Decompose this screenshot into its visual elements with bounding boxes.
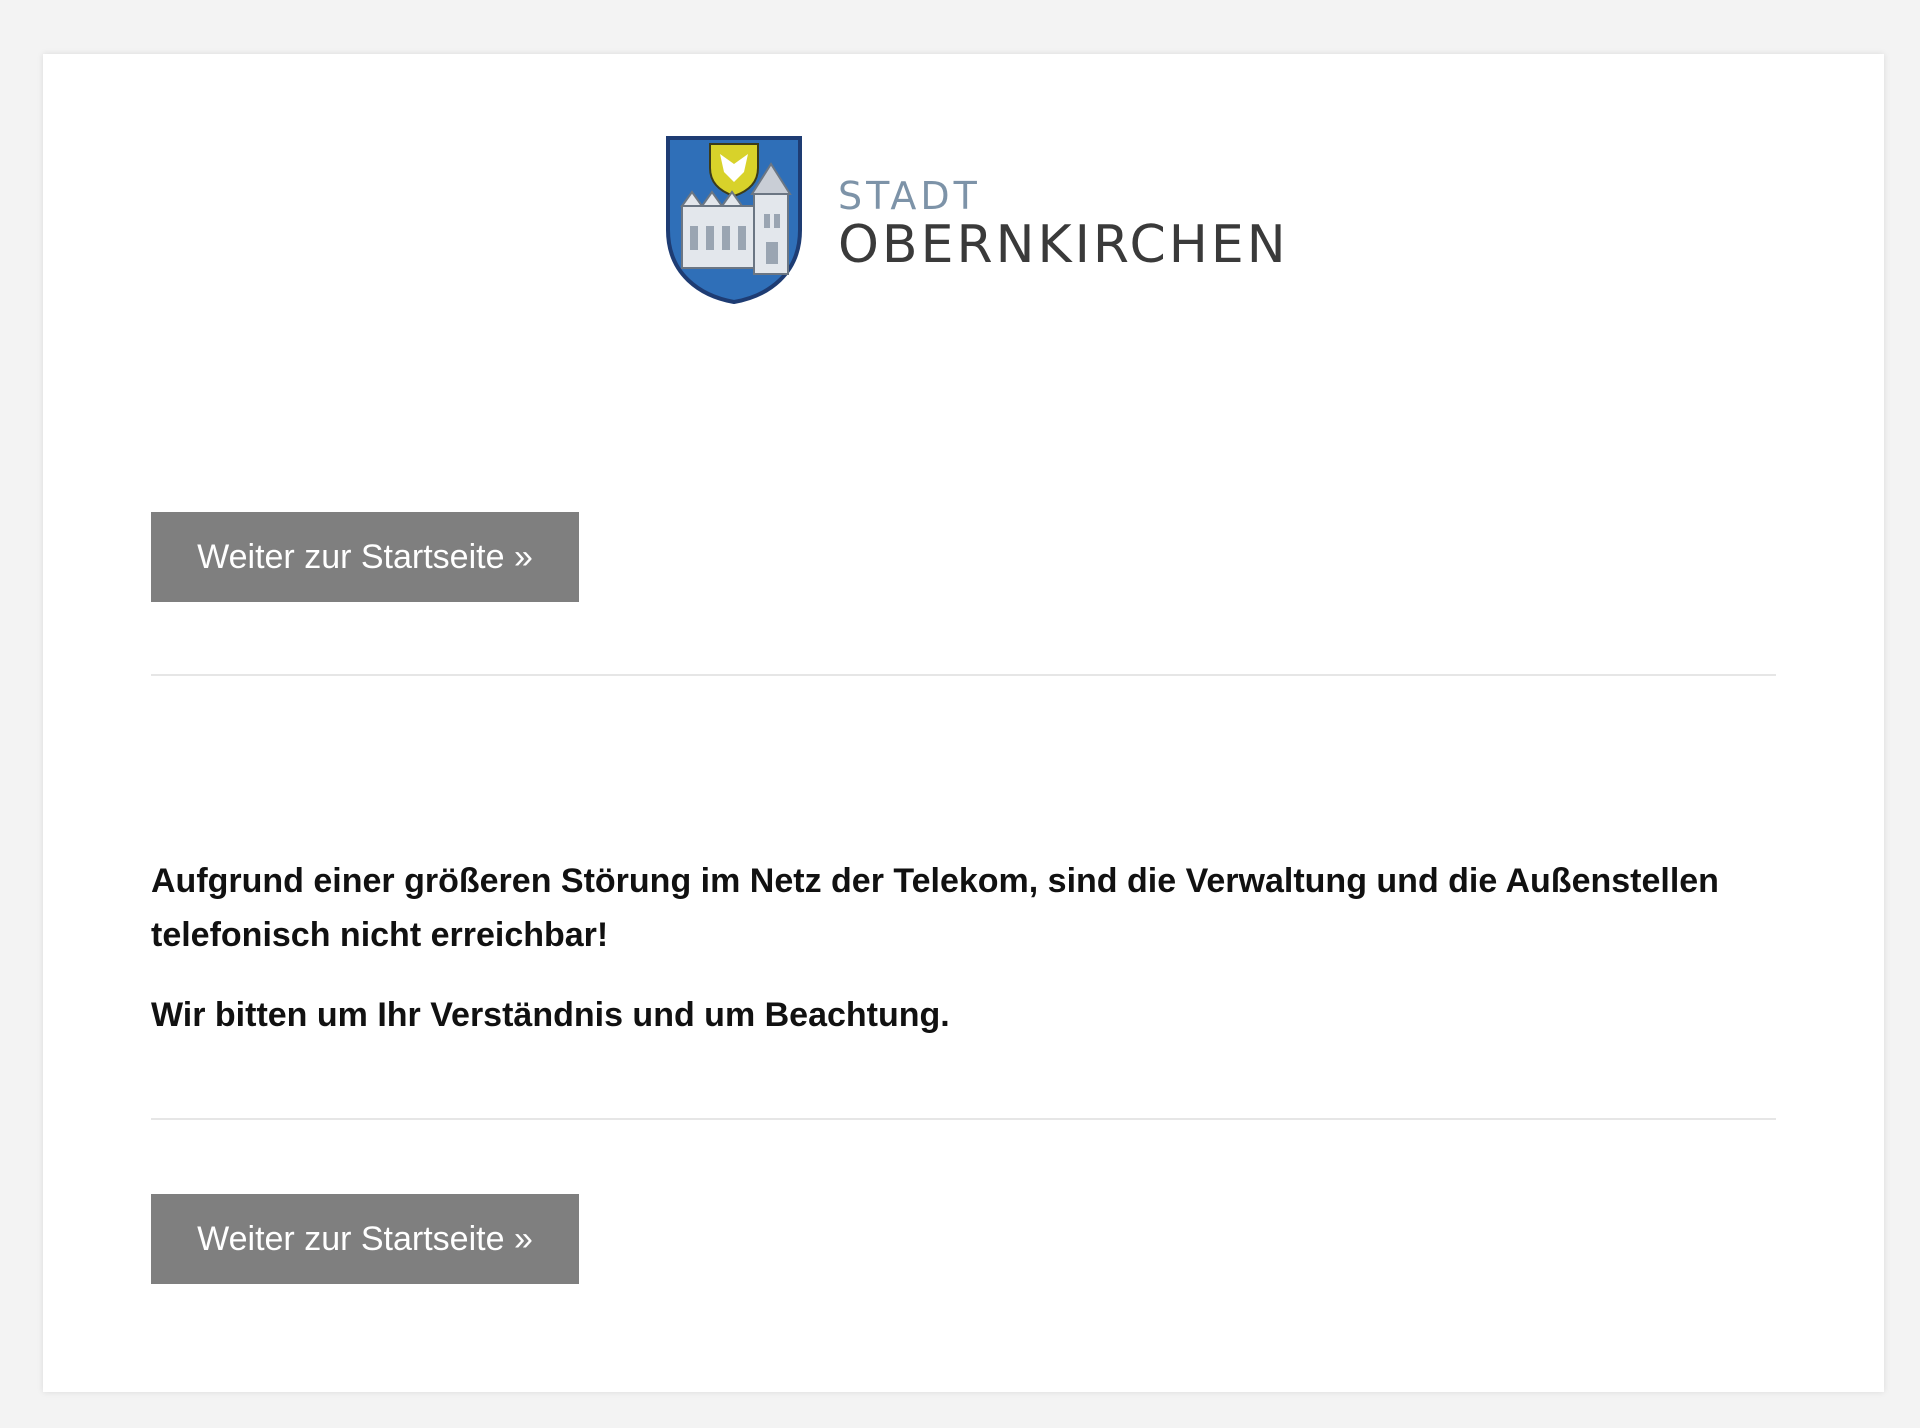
- notice-paragraph-outage: Aufgrund einer größeren Störung im Netz …: [151, 862, 1719, 954]
- continue-to-homepage-button-top[interactable]: Weiter zur Startseite »: [151, 512, 579, 602]
- divider-top: [151, 674, 1776, 676]
- continue-to-homepage-button-bottom[interactable]: Weiter zur Startseite »: [151, 1194, 579, 1284]
- outage-notice: Aufgrund einer größeren Störung im Netz …: [151, 854, 1776, 1068]
- wordmark-line-small: STADT: [838, 174, 981, 218]
- coat-of-arms-icon: [666, 136, 802, 305]
- divider-bottom: [151, 1118, 1776, 1120]
- notice-paragraph-thanks: Wir bitten um Ihr Verständnis und um Bea…: [151, 996, 950, 1034]
- wordmark-line-large: OBERNKIRCHEN: [838, 215, 1289, 275]
- site-logo[interactable]: STADT OBERNKIRCHEN: [664, 134, 1289, 306]
- site-wordmark: STADT OBERNKIRCHEN: [838, 175, 1289, 273]
- content-card: STADT OBERNKIRCHEN Weiter zur Startseite…: [43, 54, 1884, 1392]
